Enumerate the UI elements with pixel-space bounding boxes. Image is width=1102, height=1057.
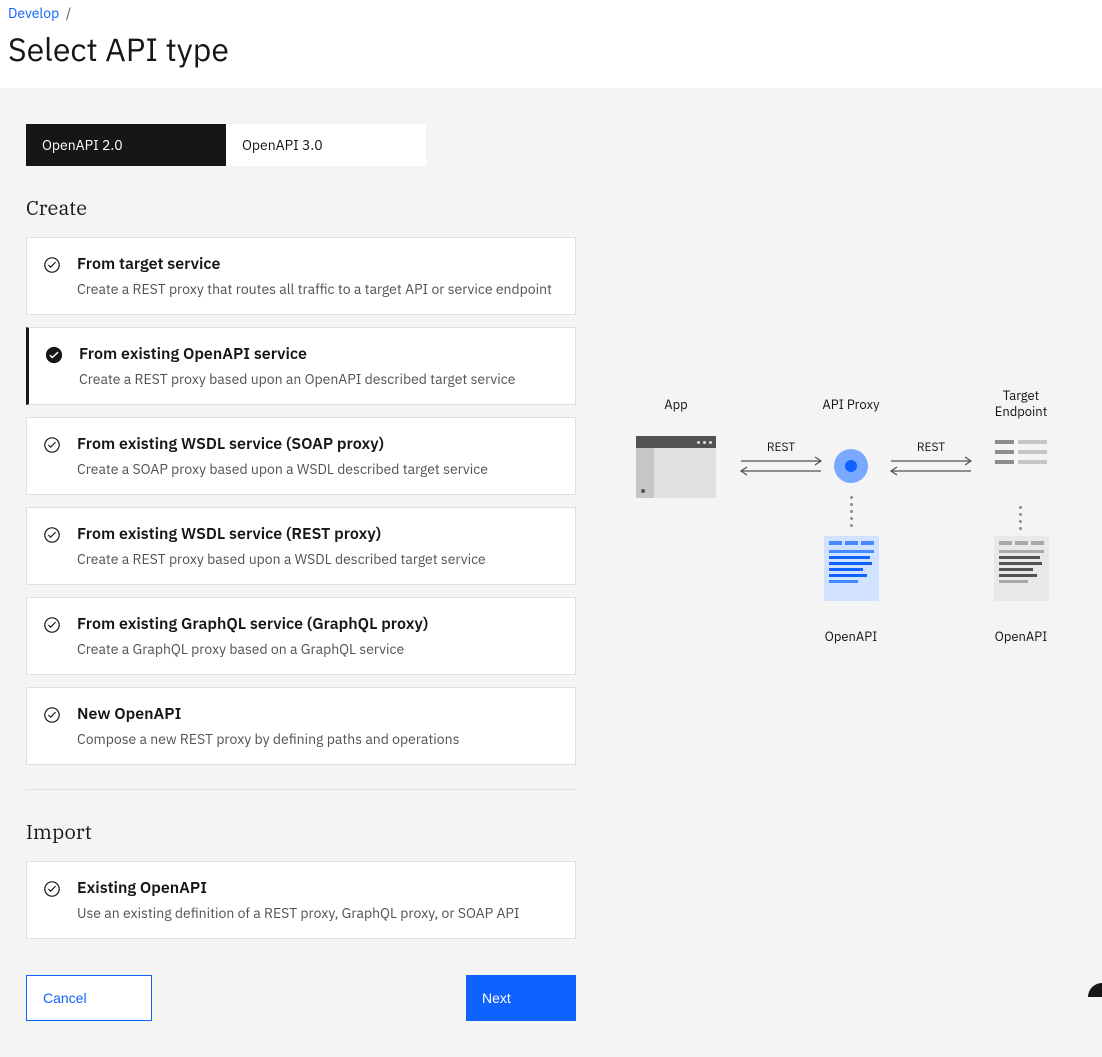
radio-unselected-icon — [43, 256, 61, 274]
card-title: From existing WSDL service (REST proxy) — [77, 524, 559, 544]
diagram-node-endpoint — [991, 436, 1051, 496]
architecture-diagram: App API Proxy Target Endpoint REST — [636, 396, 1076, 676]
diagram-arrow-right — [886, 456, 976, 476]
diagram-arrow-label-right: REST — [901, 440, 961, 455]
diagram-doc-openapi-blue — [824, 536, 879, 601]
card-desc: Create a GraphQL proxy based on a GraphQ… — [77, 640, 559, 658]
card-from-existing-openapi[interactable]: From existing OpenAPI service Create a R… — [26, 327, 576, 405]
diagram-arrow-left — [736, 456, 826, 476]
diagram-label-app: App — [631, 396, 721, 413]
diagram-label-endpoint: Target Endpoint — [976, 388, 1066, 419]
diagram-node-app — [636, 436, 716, 498]
card-desc: Create a REST proxy based upon an OpenAP… — [79, 370, 559, 388]
radio-unselected-icon — [43, 436, 61, 454]
card-existing-openapi[interactable]: Existing OpenAPI Use an existing definit… — [26, 861, 576, 939]
diagram-connector-dots-right — [1019, 506, 1022, 530]
tabs: OpenAPI 2.0 OpenAPI 3.0 — [26, 124, 1076, 166]
diagram-doc-openapi-gray — [994, 536, 1049, 601]
radio-unselected-icon — [43, 616, 61, 634]
card-new-openapi[interactable]: New OpenAPI Compose a new REST proxy by … — [26, 687, 576, 765]
card-desc: Create a SOAP proxy based upon a WSDL de… — [77, 460, 559, 478]
diagram-label-openapi-left: OpenAPI — [806, 628, 896, 645]
card-desc: Create a REST proxy based upon a WSDL de… — [77, 550, 559, 568]
diagram-node-proxy — [834, 449, 868, 483]
card-title: From existing GraphQL service (GraphQL p… — [77, 614, 559, 634]
next-button[interactable]: Next — [466, 975, 576, 1021]
card-title: From target service — [77, 254, 559, 274]
breadcrumb: Develop / — [8, 4, 1094, 22]
tab-openapi-2[interactable]: OpenAPI 2.0 — [26, 124, 226, 166]
cancel-button[interactable]: Cancel — [26, 975, 152, 1021]
card-title: From existing OpenAPI service — [79, 344, 559, 364]
section-heading-create: Create — [26, 194, 576, 221]
card-desc: Create a REST proxy that routes all traf… — [77, 280, 559, 298]
card-desc: Use an existing definition of a REST pro… — [77, 904, 559, 922]
card-from-target-service[interactable]: From target service Create a REST proxy … — [26, 237, 576, 315]
page-title: Select API type — [8, 28, 1094, 70]
card-title: From existing WSDL service (SOAP proxy) — [77, 434, 559, 454]
radio-selected-icon — [45, 346, 63, 364]
diagram-connector-dots-left — [850, 496, 853, 527]
radio-unselected-icon — [43, 706, 61, 724]
breadcrumb-link-develop[interactable]: Develop — [8, 4, 59, 22]
card-from-graphql[interactable]: From existing GraphQL service (GraphQL p… — [26, 597, 576, 675]
diagram-label-proxy: API Proxy — [806, 396, 896, 413]
radio-unselected-icon — [43, 526, 61, 544]
radio-unselected-icon — [43, 880, 61, 898]
tab-openapi-3[interactable]: OpenAPI 3.0 — [226, 124, 426, 166]
card-title: New OpenAPI — [77, 704, 559, 724]
section-heading-import: Import — [26, 818, 576, 845]
divider — [26, 789, 576, 790]
breadcrumb-sep: / — [66, 4, 71, 22]
card-desc: Compose a new REST proxy by defining pat… — [77, 730, 559, 748]
diagram-arrow-label-left: REST — [751, 440, 811, 455]
diagram-label-openapi-right: OpenAPI — [976, 628, 1066, 645]
card-title: Existing OpenAPI — [77, 878, 559, 898]
card-from-wsdl-rest[interactable]: From existing WSDL service (REST proxy) … — [26, 507, 576, 585]
card-from-wsdl-soap[interactable]: From existing WSDL service (SOAP proxy) … — [26, 417, 576, 495]
